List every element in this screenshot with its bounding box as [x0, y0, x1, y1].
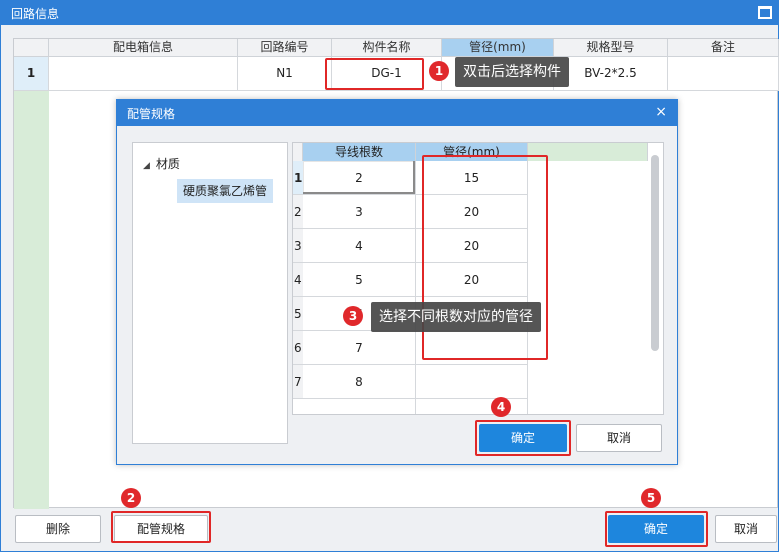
maximize-icon[interactable]: [758, 6, 772, 19]
table-row-number[interactable]: 7: [293, 365, 303, 399]
material-tree: ◢ 材质 硬质聚氯乙烯管: [132, 142, 288, 444]
dialog-title: 配管规格: [127, 107, 176, 121]
cell-wire-count[interactable]: 8: [303, 365, 416, 399]
table-row-number[interactable]: 3: [293, 229, 303, 263]
row-header-strip: [14, 91, 49, 509]
cell-wire-count[interactable]: [303, 399, 416, 414]
col-header-box-info[interactable]: 配电箱信息: [49, 39, 238, 57]
tree-root-material[interactable]: ◢ 材质: [143, 155, 180, 172]
cell-wire-count[interactable]: 4: [303, 229, 416, 263]
col-header-circuit-no[interactable]: 回路编号: [238, 39, 332, 57]
table-row-number[interactable]: 4: [293, 263, 303, 297]
cell-diameter[interactable]: [416, 399, 528, 414]
step-badge-5: 5: [641, 488, 661, 508]
tree-item-pvc-pipe[interactable]: 硬质聚氯乙烯管: [177, 179, 274, 203]
delete-button[interactable]: 删除: [15, 515, 101, 543]
cell-wire-count[interactable]: 7: [303, 331, 416, 365]
window-title-bar: 回路信息: [1, 1, 778, 25]
highlight-ok-button: [605, 511, 708, 547]
step-badge-2: 2: [121, 488, 141, 508]
cell-spec[interactable]: BV-2*2.5: [554, 57, 668, 91]
table-corner: [293, 143, 303, 161]
tooltip-double-click: 双击后选择构件: [455, 57, 569, 87]
col-header-note[interactable]: 备注: [668, 39, 779, 57]
step-badge-4: 4: [491, 397, 511, 417]
col-header-component[interactable]: 构件名称: [332, 39, 442, 57]
cell-diameter[interactable]: [416, 365, 528, 399]
highlight-component-cell: [325, 58, 424, 90]
cell-wire-count[interactable]: 2: [303, 161, 416, 195]
table-row-number[interactable]: 2: [293, 195, 303, 229]
cancel-button[interactable]: 取消: [715, 515, 777, 543]
dialog-cancel-button[interactable]: 取消: [576, 424, 662, 452]
vertical-scrollbar[interactable]: [651, 155, 659, 351]
col-header-wire-count[interactable]: 导线根数: [303, 143, 416, 161]
collapse-triangle-icon[interactable]: ◢: [143, 161, 150, 171]
tree-root-label: 材质: [155, 157, 180, 171]
highlight-pipe-spec-button: [111, 511, 211, 543]
cell-circuit-no[interactable]: N1: [238, 57, 332, 91]
highlight-dialog-ok-button: [475, 420, 571, 456]
table-row-number[interactable]: 6: [293, 331, 303, 365]
cell-note[interactable]: [668, 57, 779, 91]
pipe-spec-dialog: 配管规格 × ◢ 材质 硬质聚氯乙烯管 导线根数 管径(mm) 1 2 15 2 …: [116, 99, 678, 465]
cell-box-info[interactable]: [49, 57, 238, 91]
row-number[interactable]: 1: [14, 57, 49, 91]
table-row-number[interactable]: 5: [293, 297, 303, 331]
cell-wire-count[interactable]: 5: [303, 263, 416, 297]
tooltip-select-diameter: 选择不同根数对应的管径: [371, 302, 541, 332]
col-header-pipe-diameter[interactable]: 管径(mm): [442, 39, 554, 57]
step-badge-3: 3: [343, 306, 363, 326]
step-badge-1: 1: [429, 61, 449, 81]
grid-corner: [14, 39, 49, 57]
table-row-number[interactable]: 1: [293, 161, 303, 195]
window-title: 回路信息: [11, 7, 60, 21]
close-icon[interactable]: ×: [655, 104, 667, 120]
col-header-spec[interactable]: 规格型号: [554, 39, 668, 57]
cell-wire-count[interactable]: 3: [303, 195, 416, 229]
dialog-title-bar: 配管规格 ×: [117, 100, 677, 126]
